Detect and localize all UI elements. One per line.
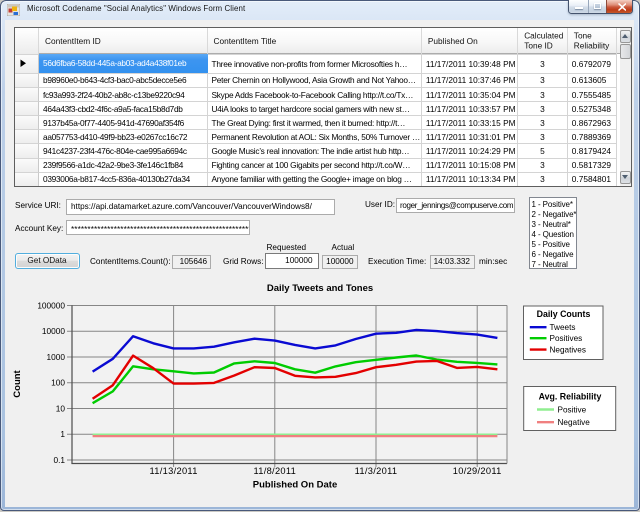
svg-text:100: 100 xyxy=(51,378,65,388)
svg-text:Negative: Negative xyxy=(558,418,591,427)
svg-text:Negatives: Negatives xyxy=(550,346,586,355)
svg-text:Tweets: Tweets xyxy=(550,323,576,332)
svg-text:10000: 10000 xyxy=(42,326,65,336)
svg-text:Daily Counts: Daily Counts xyxy=(537,309,591,319)
svg-text:Positive: Positive xyxy=(558,406,587,415)
svg-text:11/3/2011: 11/3/2011 xyxy=(355,466,398,476)
svg-text:1000: 1000 xyxy=(47,352,66,362)
svg-text:1: 1 xyxy=(60,429,65,439)
svg-text:10/29/2011: 10/29/2011 xyxy=(453,466,502,476)
svg-text:Daily Tweets and Tones: Daily Tweets and Tones xyxy=(267,283,373,294)
svg-text:Positives: Positives xyxy=(550,334,583,343)
svg-text:Count: Count xyxy=(12,369,23,397)
svg-text:Published On Date: Published On Date xyxy=(253,480,337,491)
svg-text:11/13/2011: 11/13/2011 xyxy=(150,466,198,476)
svg-text:100000: 100000 xyxy=(37,300,65,310)
svg-text:Avg. Reliability: Avg. Reliability xyxy=(539,392,602,402)
svg-text:11/8/2011: 11/8/2011 xyxy=(253,466,296,476)
svg-text:10: 10 xyxy=(56,403,66,413)
svg-text:0.1: 0.1 xyxy=(53,455,65,465)
